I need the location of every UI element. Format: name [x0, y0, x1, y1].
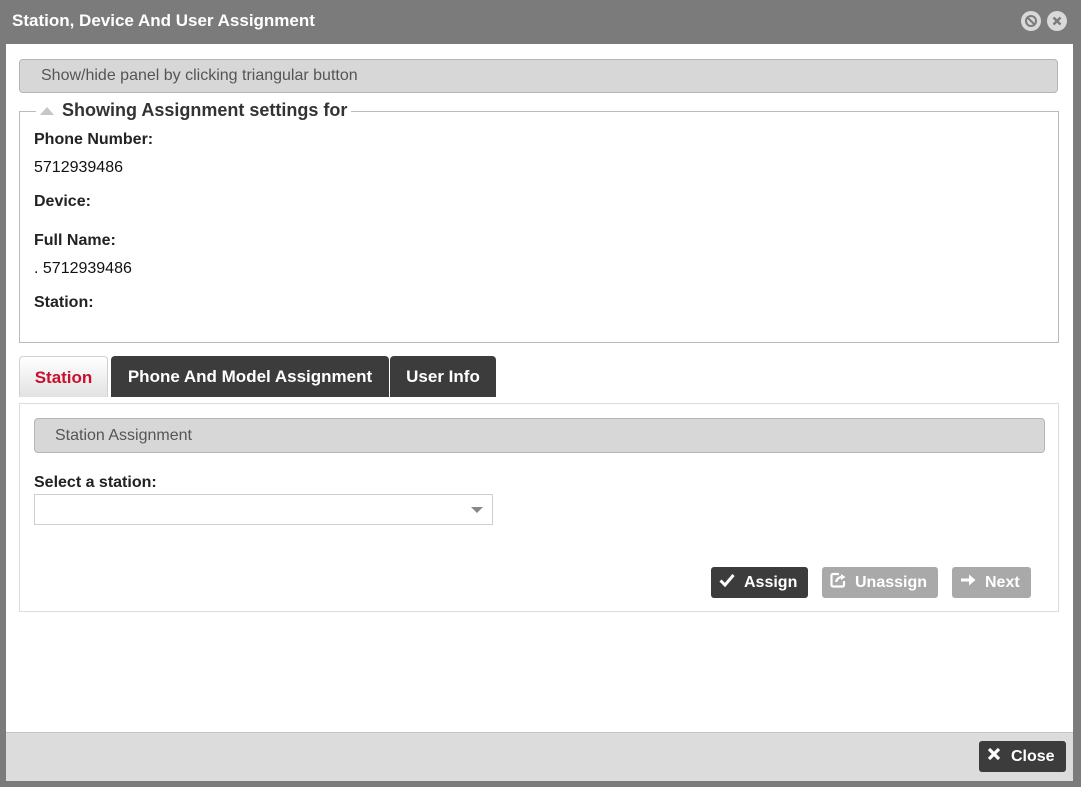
- unassign-button[interactable]: Unassign: [822, 567, 938, 598]
- close-label: Close: [1011, 747, 1055, 765]
- x-icon: [987, 747, 1001, 766]
- hint-bar: Show/hide panel by clicking triangular b…: [19, 59, 1058, 93]
- circle-x-icon: [1050, 14, 1064, 28]
- assign-button[interactable]: Assign: [711, 567, 808, 598]
- next-button[interactable]: Next: [952, 567, 1031, 598]
- full-name-value: . 5712939486: [34, 260, 132, 277]
- station-assignment-header: Station Assignment: [34, 418, 1045, 453]
- assign-label: Assign: [744, 573, 798, 591]
- title-bar[interactable]: Station, Device And User Assignment: [0, 0, 1081, 44]
- dialog-footer: Close: [6, 732, 1073, 781]
- tab-phone-and-model-assignment[interactable]: Phone And Model Assignment: [111, 356, 389, 397]
- minimize-button[interactable]: [1021, 11, 1041, 31]
- unassign-label: Unassign: [855, 573, 928, 591]
- circle-slash-icon: [1024, 14, 1038, 28]
- phone-number-label: Phone Number:: [34, 131, 154, 148]
- close-button[interactable]: Close: [979, 741, 1066, 772]
- phone-number-value: 5712939486: [34, 159, 123, 176]
- select-station-label: Select a station:: [34, 474, 157, 491]
- assignment-settings-panel: Showing Assignment settings for Phone Nu…: [19, 100, 1059, 343]
- tab-station[interactable]: Station: [19, 356, 108, 397]
- tab-user-info[interactable]: User Info: [390, 356, 496, 397]
- chevron-down-icon: [471, 507, 483, 513]
- station-tab-panel: Station Assignment Select a station: Ass…: [19, 403, 1059, 612]
- full-name-label: Full Name:: [34, 232, 116, 249]
- next-label: Next: [985, 573, 1020, 591]
- panel-legend[interactable]: Showing Assignment settings for: [36, 100, 352, 121]
- dialog-body: Show/hide panel by clicking triangular b…: [6, 44, 1073, 732]
- triangle-up-icon[interactable]: [40, 106, 54, 115]
- dialog-window: Station, Device And User Assignment Show…: [0, 0, 1081, 787]
- dialog-title: Station, Device And User Assignment: [12, 11, 315, 30]
- checkmark-icon: [719, 573, 735, 592]
- share-icon: [830, 572, 846, 593]
- station-label: Station:: [34, 294, 94, 311]
- legend-label: Showing Assignment settings for: [62, 100, 348, 120]
- close-window-button[interactable]: [1047, 11, 1067, 31]
- device-label: Device:: [34, 193, 91, 210]
- station-select[interactable]: [34, 494, 493, 525]
- arrow-right-icon: [960, 573, 976, 592]
